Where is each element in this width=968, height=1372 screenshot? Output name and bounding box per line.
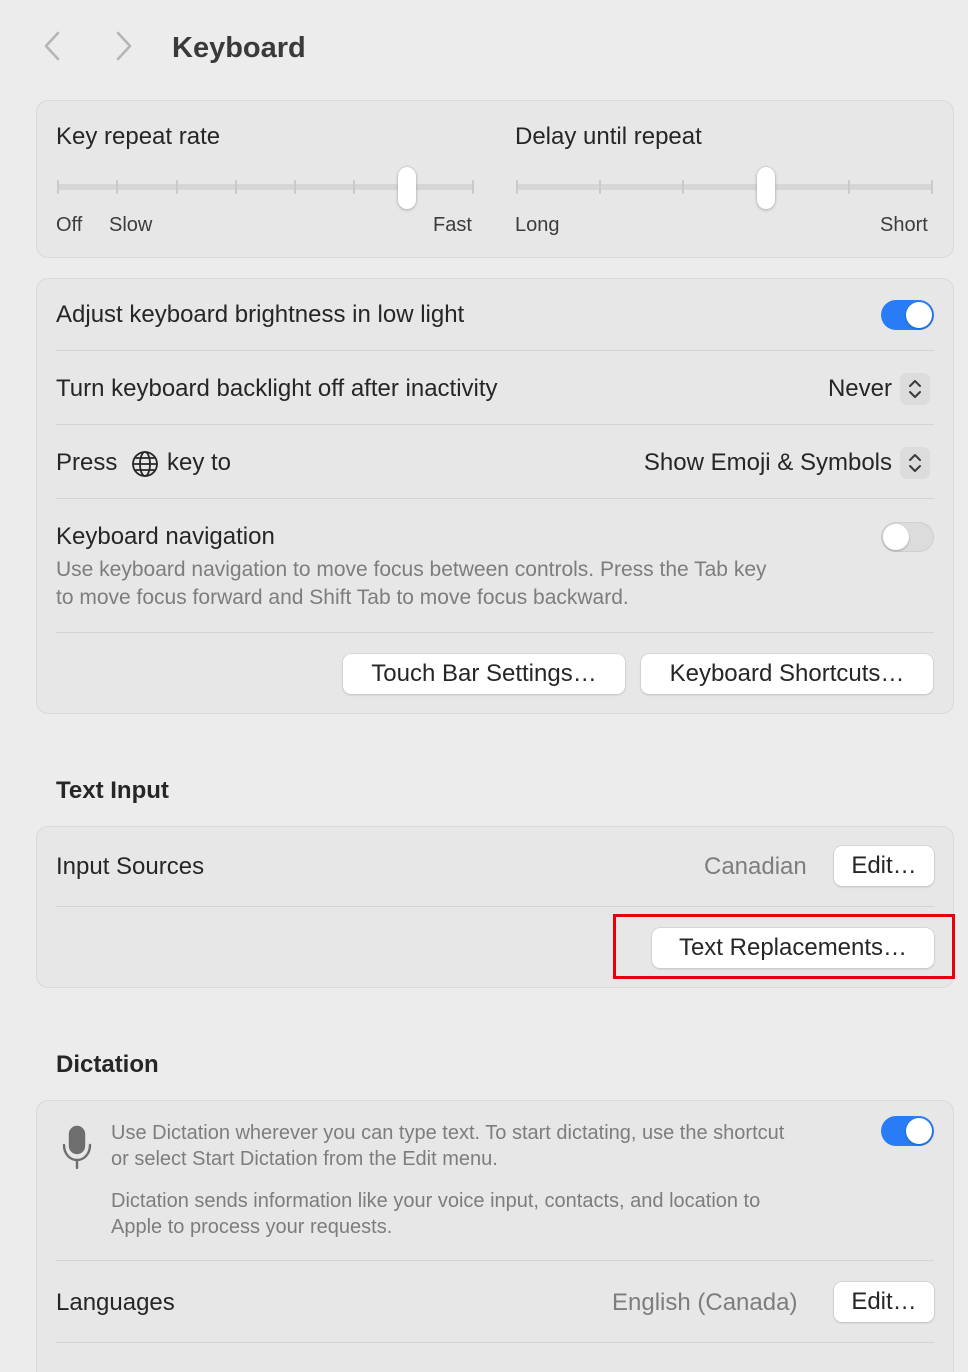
slider-label-fast: Fast xyxy=(433,214,472,236)
chevron-left-icon xyxy=(43,31,61,66)
divider xyxy=(56,424,934,425)
slider-tick xyxy=(57,180,59,194)
slider-label-off: Off xyxy=(56,214,83,236)
slider-tick xyxy=(931,180,933,194)
slider-knob[interactable] xyxy=(757,167,776,209)
brightness-toggle[interactable] xyxy=(881,300,934,330)
globe-key-label-after: key to xyxy=(167,449,232,476)
languages-edit-button[interactable]: Edit… xyxy=(834,1282,934,1322)
divider xyxy=(56,1342,934,1343)
touch-bar-settings-button[interactable]: Touch Bar Settings… xyxy=(343,654,625,694)
keyboard-navigation-label: Keyboard navigation xyxy=(56,523,275,550)
key-repeat-rate-title: Key repeat rate xyxy=(56,123,221,150)
slider-label-slow: Slow xyxy=(109,214,153,236)
slider-label-short: Short xyxy=(880,214,928,236)
input-sources-label: Input Sources xyxy=(56,853,205,880)
chevron-right-icon xyxy=(115,31,133,66)
slider-label-long: Long xyxy=(515,214,560,236)
slider-tick xyxy=(294,180,297,194)
slider-tick xyxy=(116,180,119,194)
toggle-knob xyxy=(906,302,932,328)
backlight-popup[interactable]: Never xyxy=(828,372,930,406)
slider-tick xyxy=(175,180,178,194)
dictation-privacy-note: Dictation sends information like your vo… xyxy=(111,1190,761,1212)
slider-tick xyxy=(848,180,850,194)
slider-tick xyxy=(516,180,518,194)
slider-knob[interactable] xyxy=(398,167,417,209)
globe-key-value: Show Emoji & Symbols xyxy=(643,449,892,476)
dictation-description: Use Dictation wherever you can type text… xyxy=(111,1122,785,1144)
slider-track xyxy=(516,184,933,190)
divider xyxy=(56,1260,934,1261)
languages-label: Languages xyxy=(56,1289,175,1316)
slider-tick xyxy=(234,180,237,194)
back-button[interactable] xyxy=(37,28,67,68)
globe-key-label-before: Press xyxy=(56,449,118,476)
page-title: Keyboard xyxy=(172,32,306,64)
toggle-knob xyxy=(883,524,909,550)
dictation-section-title: Dictation xyxy=(56,1051,159,1078)
dictation-toggle[interactable] xyxy=(881,1116,934,1146)
backlight-label: Turn keyboard backlight off after inacti… xyxy=(56,375,498,402)
keyboard-navigation-toggle[interactable] xyxy=(881,522,934,552)
divider xyxy=(56,632,934,633)
delay-until-repeat-title: Delay until repeat xyxy=(515,123,702,150)
keyboard-navigation-description: Use keyboard navigation to move focus be… xyxy=(56,558,767,581)
slider-tick xyxy=(682,180,684,194)
dictation-description: or select Start Dictation from the Edit … xyxy=(111,1148,498,1170)
globe-icon xyxy=(131,450,159,483)
divider xyxy=(56,906,934,907)
input-sources-edit-button[interactable]: Edit… xyxy=(834,846,934,886)
divider xyxy=(56,350,934,351)
slider-tick xyxy=(599,180,601,194)
languages-value: English (Canada) xyxy=(612,1289,798,1316)
brightness-label: Adjust keyboard brightness in low light xyxy=(56,301,465,328)
keyboard-settings-panel xyxy=(36,278,954,714)
keyboard-navigation-description: to move focus forward and Shift Tab to m… xyxy=(56,586,629,609)
input-sources-value: Canadian xyxy=(704,853,807,880)
forward-button[interactable] xyxy=(109,28,139,68)
text-input-section-title: Text Input xyxy=(56,777,169,804)
keyboard-shortcuts-button[interactable]: Keyboard Shortcuts… xyxy=(641,654,933,694)
up-down-chevron-icon xyxy=(900,447,930,479)
dictation-privacy-note: Apple to process your requests. xyxy=(111,1216,393,1238)
up-down-chevron-icon xyxy=(900,373,930,405)
microphone-icon xyxy=(60,1124,94,1177)
globe-key-popup[interactable]: Show Emoji & Symbols xyxy=(644,446,930,480)
divider xyxy=(56,498,934,499)
highlight-box xyxy=(613,914,955,979)
slider-tick xyxy=(472,180,474,194)
backlight-value: Never xyxy=(827,375,892,402)
toggle-knob xyxy=(906,1118,932,1144)
